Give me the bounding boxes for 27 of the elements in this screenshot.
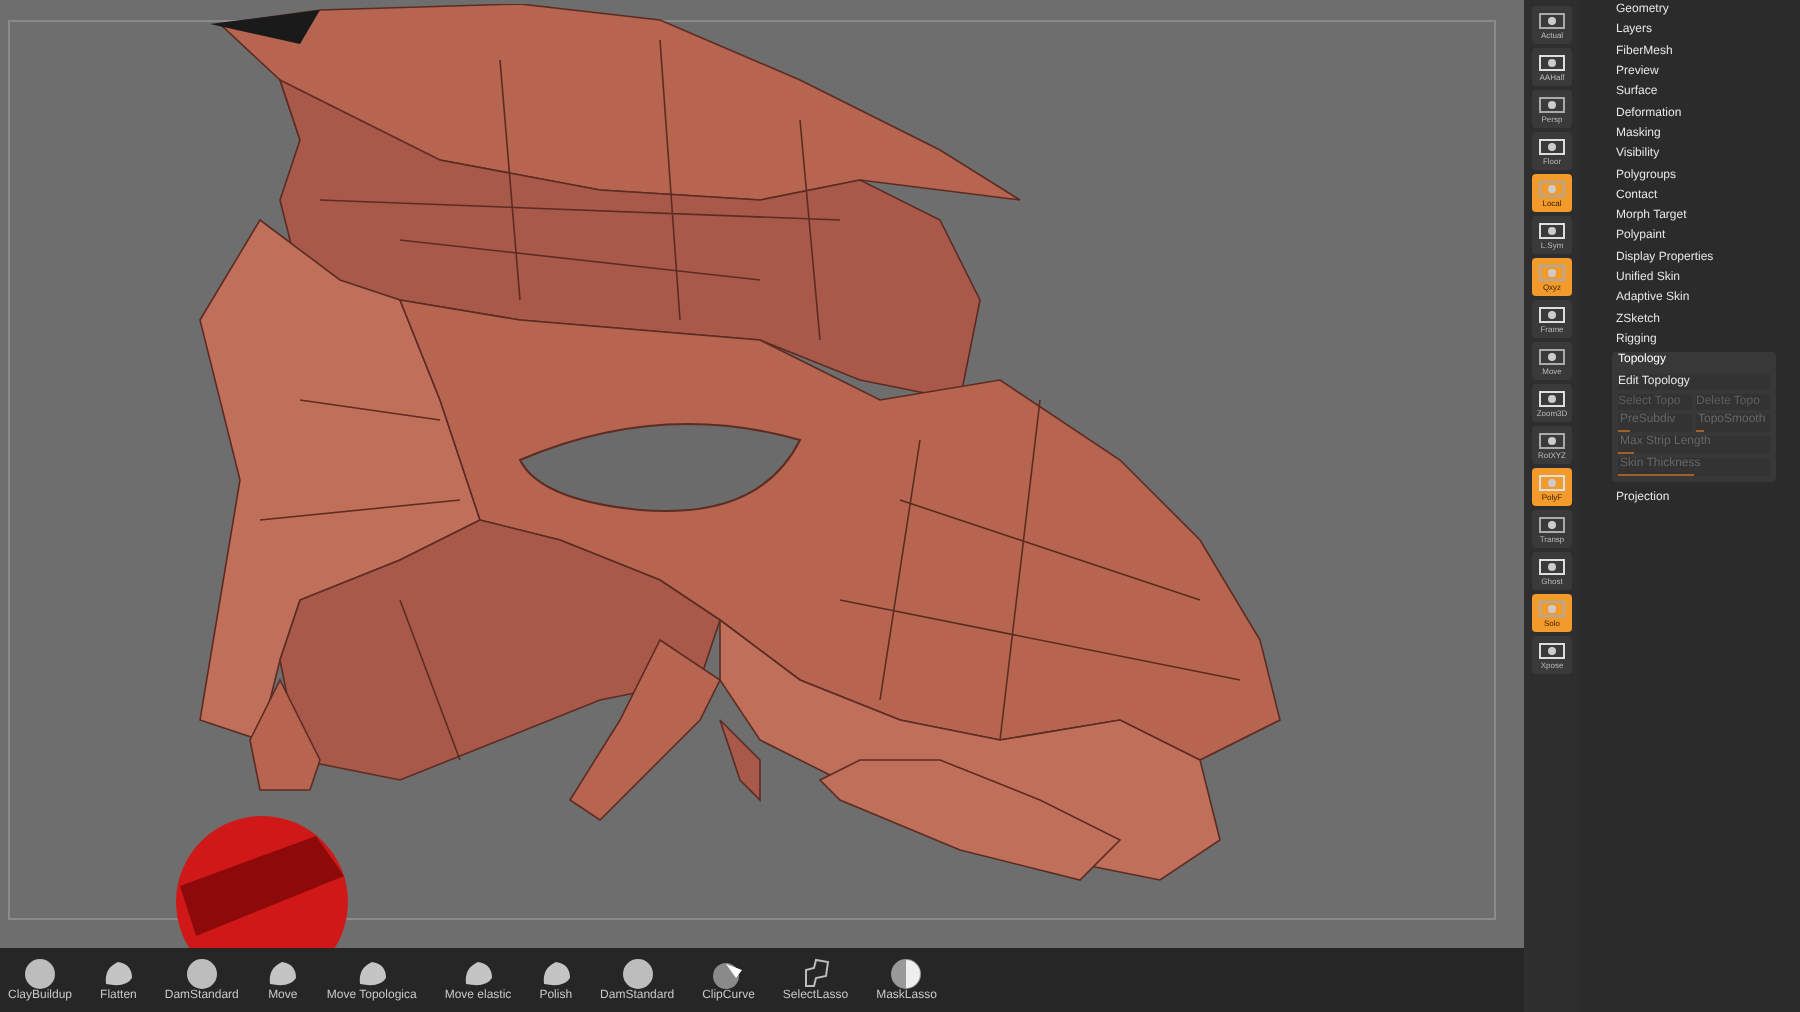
tool-icon xyxy=(1538,557,1566,575)
brush-sphere-icon xyxy=(24,958,57,990)
tool-icon xyxy=(1538,599,1566,617)
tool-icon xyxy=(1538,53,1566,71)
mask-lasso-icon xyxy=(890,958,923,990)
lasso-icon xyxy=(799,958,832,990)
tool-icon xyxy=(1538,11,1566,29)
clip-curve-icon xyxy=(712,958,745,990)
tool-icon xyxy=(1538,431,1566,449)
tool-icon xyxy=(1538,473,1566,491)
tool-icon xyxy=(1538,347,1566,365)
tool-icon xyxy=(1538,389,1566,407)
brush-sphere-icon xyxy=(621,958,654,990)
tool-icon xyxy=(1538,263,1566,281)
brush-blob-icon xyxy=(102,958,135,990)
tool-icon xyxy=(1538,179,1566,197)
brush-blob-icon xyxy=(539,958,572,990)
brush-blob-icon xyxy=(266,958,299,990)
tool-icon xyxy=(1538,305,1566,323)
brush-blob-icon xyxy=(462,958,494,990)
brush-blob-icon xyxy=(355,958,388,990)
tool-icon xyxy=(1538,641,1566,659)
tool-icon xyxy=(1538,221,1566,239)
tool-icon xyxy=(1538,515,1566,533)
brush-sphere-icon xyxy=(185,958,218,990)
tool-icon xyxy=(1538,137,1566,155)
tool-icon xyxy=(1538,95,1566,113)
